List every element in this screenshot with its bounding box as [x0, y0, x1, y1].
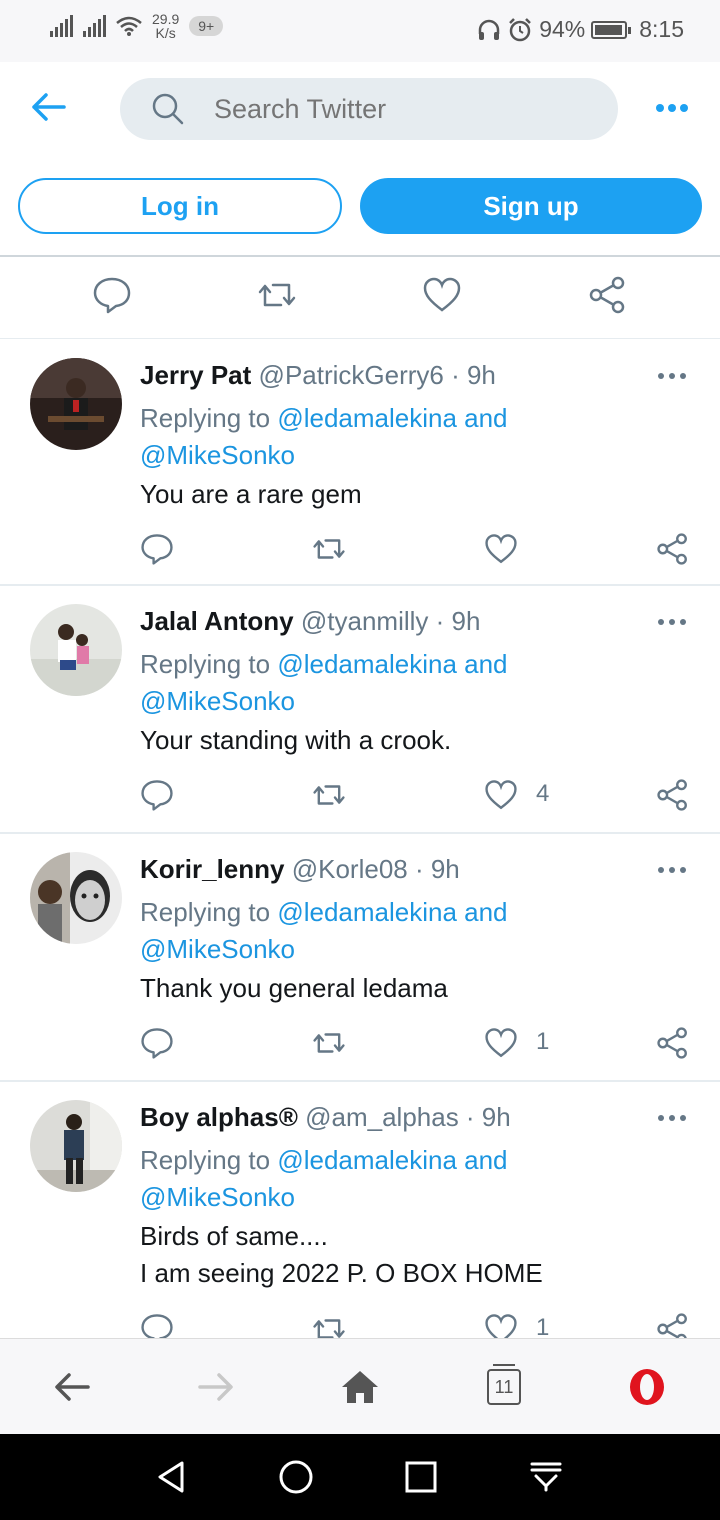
home-icon[interactable] — [340, 1367, 380, 1407]
signal-icon — [83, 15, 106, 37]
browser-forward-icon[interactable] — [196, 1367, 236, 1407]
share-icon[interactable] — [588, 275, 628, 315]
network-speed: 29.9 K/s — [152, 11, 180, 41]
reply-icon[interactable] — [140, 532, 174, 566]
user-name[interactable]: Jerry Pat — [140, 360, 251, 390]
reply-icon[interactable] — [140, 1026, 174, 1060]
reply-icon[interactable] — [140, 778, 174, 812]
mention-link[interactable]: @ledamalekina and — [277, 649, 507, 679]
tweet-text: Thank you general ledama — [140, 973, 448, 1003]
mention-link[interactable]: @MikeSonko — [140, 1182, 295, 1212]
reply-icon[interactable] — [92, 275, 132, 315]
search-icon — [152, 93, 184, 125]
user-handle-time: @PatrickGerry6 · 9h — [258, 360, 496, 390]
tweet-more-icon[interactable] — [658, 1115, 686, 1123]
system-home-icon[interactable] — [278, 1459, 314, 1495]
battery-percent: 94% — [539, 16, 586, 42]
share-icon[interactable] — [656, 532, 690, 566]
retweet-icon[interactable] — [312, 532, 346, 566]
retweet-icon[interactable] — [312, 1026, 346, 1060]
reply-tweet[interactable]: Jerry Pat @PatrickGerry6 · 9h Replying t… — [0, 340, 720, 586]
like-count: 1 — [536, 1314, 550, 1338]
twitter-header: Log in Sign up — [0, 62, 720, 257]
like-count: 4 — [536, 780, 550, 807]
like-icon[interactable] — [484, 532, 518, 566]
tweet-more-icon[interactable] — [658, 619, 686, 627]
reply-tweet[interactable]: Boy alphas® @am_alphas · 9h Replying to … — [0, 1082, 720, 1338]
clock: 8:15 — [639, 16, 684, 42]
avatar[interactable] — [30, 852, 122, 944]
like-icon[interactable] — [484, 778, 518, 812]
mention-link[interactable]: @ledamalekina and — [277, 1145, 507, 1175]
tweet-text: Your standing with a crook. — [140, 725, 452, 755]
user-name[interactable]: Jalal Antony — [140, 606, 294, 636]
replying-to: Replying to @ledamalekina and @MikeSonko — [140, 897, 508, 964]
mention-link[interactable]: @ledamalekina and — [277, 897, 507, 927]
opera-menu-icon[interactable] — [627, 1367, 667, 1407]
tweet-text: You are a rare gem — [140, 479, 362, 509]
notification-pull-icon[interactable] — [528, 1459, 564, 1495]
share-icon[interactable] — [656, 1026, 690, 1060]
browser-toolbar: 11 — [0, 1338, 720, 1434]
system-back-icon[interactable] — [154, 1459, 190, 1495]
main-tweet-actions — [0, 257, 720, 339]
retweet-icon[interactable] — [257, 275, 297, 315]
avatar[interactable] — [30, 1100, 122, 1192]
battery-icon — [591, 20, 632, 39]
notification-badge: 9+ — [189, 16, 224, 36]
tweet-text: Birds of same.... I am seeing 2022 P. O B… — [140, 1221, 543, 1288]
wifi-icon — [116, 16, 142, 36]
retweet-icon[interactable] — [312, 1312, 346, 1338]
tweet-more-icon[interactable] — [658, 373, 686, 381]
user-handle-time: @am_alphas · 9h — [305, 1102, 511, 1132]
search-input[interactable] — [214, 78, 594, 140]
alarm-icon — [509, 17, 532, 41]
reply-icon[interactable] — [140, 1312, 174, 1338]
like-icon[interactable] — [484, 1312, 518, 1338]
search-box[interactable] — [120, 78, 618, 140]
replying-to: Replying to @ledamalekina and @MikeSonko — [140, 403, 508, 470]
status-bar: 29.9 K/s 9+ 94% 8:15 — [0, 0, 720, 62]
browser-back-icon[interactable] — [52, 1367, 92, 1407]
back-arrow-icon[interactable] — [30, 92, 66, 122]
signal-icon — [50, 15, 73, 37]
replying-to: Replying to @ledamalekina and @MikeSonko — [140, 1145, 508, 1212]
more-options-icon[interactable] — [652, 98, 692, 118]
mention-link[interactable]: @MikeSonko — [140, 686, 295, 716]
user-name[interactable]: Korir_lenny — [140, 854, 285, 884]
system-nav-bar — [0, 1434, 720, 1520]
login-button[interactable]: Log in — [18, 178, 342, 234]
mention-link[interactable]: @MikeSonko — [140, 440, 295, 470]
like-icon[interactable] — [484, 1026, 518, 1060]
reply-tweet[interactable]: Korir_lenny @Korle08 · 9h Replying to @l… — [0, 834, 720, 1082]
avatar[interactable] — [30, 604, 122, 696]
share-icon[interactable] — [656, 778, 690, 812]
signup-button[interactable]: Sign up — [360, 178, 702, 234]
tweet-more-icon[interactable] — [658, 867, 686, 875]
tabs-button[interactable]: 11 — [487, 1364, 521, 1405]
system-recents-icon[interactable] — [403, 1459, 439, 1495]
like-icon[interactable] — [422, 275, 462, 315]
reply-tweet[interactable]: Jalal Antony @tyanmilly · 9h Replying to… — [0, 586, 720, 834]
replying-to: Replying to @ledamalekina and @MikeSonko — [140, 649, 508, 716]
mention-link[interactable]: @ledamalekina and — [277, 403, 507, 433]
user-name[interactable]: Boy alphas® — [140, 1102, 298, 1132]
mention-link[interactable]: @MikeSonko — [140, 934, 295, 964]
retweet-icon[interactable] — [312, 778, 346, 812]
headphones-icon — [478, 19, 500, 40]
user-handle-time: @tyanmilly · 9h — [300, 606, 481, 636]
user-handle-time: @Korle08 · 9h — [291, 854, 460, 884]
avatar[interactable] — [30, 358, 122, 450]
like-count: 1 — [536, 1028, 550, 1055]
share-icon[interactable] — [656, 1312, 690, 1338]
